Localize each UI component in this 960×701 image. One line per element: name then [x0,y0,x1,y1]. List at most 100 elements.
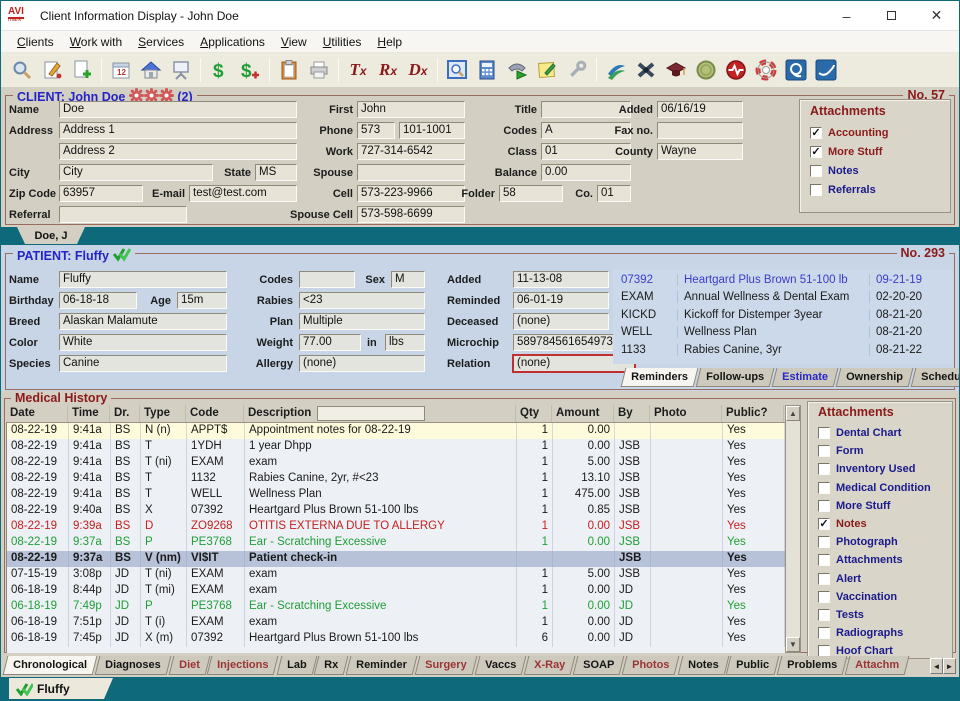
diagnosis-dx-icon[interactable]: Dx [403,56,433,84]
client-spouse-cell-field[interactable]: 573-598-6699 [357,206,465,223]
history-search-input[interactable] [317,406,425,421]
swoosh-icon[interactable] [601,56,631,84]
patient-reminded-field[interactable]: 06-01-19 [513,292,609,309]
checkbox-checked-icon[interactable]: ✓ [810,127,822,139]
checkbox-unchecked-icon[interactable] [818,500,830,512]
patient-color-field[interactable]: White [59,334,227,351]
client-spouse-field[interactable] [357,164,465,181]
client-phone-area-field[interactable]: 573 [357,122,395,139]
history-row[interactable]: 06-18-197:45pJDX (m)07392Heartgard Plus … [7,631,785,647]
tab-chronological[interactable]: Chronological [3,656,98,675]
clipboard-icon[interactable] [274,56,304,84]
whiteboard-icon[interactable] [166,56,196,84]
tab-problems[interactable]: Problems [777,656,848,675]
client-county-field[interactable]: Wayne [657,143,743,160]
tab-vaccs[interactable]: Vaccs [474,656,526,675]
attachment-item-medical-condition[interactable]: Medical Condition [818,481,931,495]
reminder-row[interactable]: EXAMAnnual Wellness & Dental Exam02-20-2… [613,289,953,306]
attachment-item-form[interactable]: Form [818,444,864,458]
column-header-description[interactable]: Description [244,405,516,422]
attachment-item-more-stuff[interactable]: ✓More Stuff [810,145,882,159]
checkbox-unchecked-icon[interactable] [818,609,830,621]
patient-status-tab[interactable]: Fluffy [9,678,113,699]
print-icon[interactable] [304,56,334,84]
tab-schedule[interactable]: Schedule [910,368,960,387]
history-row[interactable]: 08-22-199:41aBSTWELLWellness Plan1475.00… [7,487,785,503]
column-header-qty[interactable]: Qty [516,405,552,422]
tab-photos[interactable]: Photos [622,656,680,675]
patient-breed-field[interactable]: Alaskan Malamute [59,313,227,330]
patient-codes-field[interactable] [299,271,355,288]
client-tab-doe-j[interactable]: Doe, J [17,227,85,244]
client-phone-field[interactable]: 101-1001 [399,122,465,139]
tab-diagnoses[interactable]: Diagnoses [95,656,171,675]
history-row[interactable]: 08-22-199:41aBST (ni)EXAMexam15.00JSBYes [7,455,785,471]
tab-attachments[interactable]: Attachments [845,656,910,675]
tab-x-ray[interactable]: X-Ray [524,656,576,675]
tab-scroll-right-button[interactable]: ► [943,658,956,674]
patient-age-field[interactable]: 15m [177,292,227,309]
checkbox-unchecked-icon[interactable] [818,554,830,566]
column-header-code[interactable]: Code [186,405,244,422]
client-folder-field[interactable]: 58 [499,185,563,202]
column-header-by[interactable]: By [614,405,650,422]
lifesaver-support-icon[interactable] [751,56,781,84]
menu-utilities[interactable]: Utilities [315,33,370,51]
attachment-item-attachments[interactable]: Attachments [818,553,903,567]
education-cap-icon[interactable] [661,56,691,84]
patient-weight-unit-field[interactable]: lbs [385,334,425,351]
appointment-calendar-icon[interactable]: 12 [106,56,136,84]
column-header-public[interactable]: Public? [722,405,784,422]
reminder-row[interactable]: WELLWellness Plan08-21-20 [613,324,953,341]
tab-ownership[interactable]: Ownership [835,368,913,387]
client-name-field[interactable]: Doe [59,101,297,118]
checkbox-checked-icon[interactable]: ✓ [818,518,830,530]
checkbox-unchecked-icon[interactable] [818,427,830,439]
sticky-note-icon[interactable] [532,56,562,84]
attachment-item-more-stuff[interactable]: More Stuff [818,499,890,513]
remote-phone-icon[interactable] [781,56,811,84]
prescription-rx-icon[interactable]: Rx [373,56,403,84]
tab-scroll-left-button[interactable]: ◄ [930,658,943,674]
reminder-row[interactable]: KICKDKickoff for Distemper 3year08-21-20 [613,306,953,323]
menu-clients[interactable]: Clients [9,33,62,51]
close-button[interactable]: ✕ [914,1,959,30]
patient-species-field[interactable]: Canine [59,355,227,372]
utility-wrench-icon[interactable] [562,56,592,84]
attachment-item-alert[interactable]: Alert [818,572,861,586]
history-row[interactable]: 06-18-197:49pJDPPE3768Ear - Scratching E… [7,599,785,615]
edit-record-icon[interactable] [37,56,67,84]
client-balance-field[interactable]: 0.00 [541,164,631,181]
tab-reminders[interactable]: Reminders [621,368,699,387]
client-co-field[interactable]: 01 [597,185,631,202]
attachment-item-inventory-used[interactable]: Inventory Used [818,462,915,476]
reminder-row[interactable]: 07392Heartgard Plus Brown 51-100 lb09-21… [613,271,953,288]
checkbox-unchecked-icon[interactable] [818,463,830,475]
client-state-field[interactable]: MS [255,164,297,181]
checkbox-unchecked-icon[interactable] [818,627,830,639]
tab-diet[interactable]: Diet [168,656,210,675]
patient-plan-field[interactable]: Multiple [299,313,425,330]
history-row[interactable]: 08-22-199:41aBST1132Rabies Canine, 2yr, … [7,471,785,487]
tab-reminder[interactable]: Reminder [346,656,417,675]
tab-surgery[interactable]: Surgery [415,656,477,675]
scroll-up-arrow-icon[interactable]: ▲ [786,406,800,421]
column-header-amount[interactable]: Amount [552,405,614,422]
client-cell-field[interactable]: 573-223-9966 [357,185,465,202]
menu-applications[interactable]: Applications [192,33,273,51]
coin-icon[interactable] [691,56,721,84]
patient-weight-field[interactable]: 77.00 [299,334,361,351]
client-email-field[interactable]: test@test.com [189,185,297,202]
dragonfly-icon[interactable] [631,56,661,84]
remote-chart-icon[interactable] [811,56,841,84]
client-address2-field[interactable]: Address 2 [59,143,297,160]
new-record-icon[interactable] [67,56,97,84]
client-zip-field[interactable]: 63957 [59,185,143,202]
column-header-date[interactable]: Date [6,405,68,422]
attachment-item-referrals[interactable]: Referrals [810,183,876,197]
tab-rx[interactable]: Rx [314,656,349,675]
minimize-button[interactable]: – [824,1,869,30]
history-row[interactable]: 06-18-197:51pJDT (i)EXAMexam10.00JDYes [7,615,785,631]
checkbox-unchecked-icon[interactable] [818,482,830,494]
attachment-item-notes[interactable]: Notes [810,164,859,178]
